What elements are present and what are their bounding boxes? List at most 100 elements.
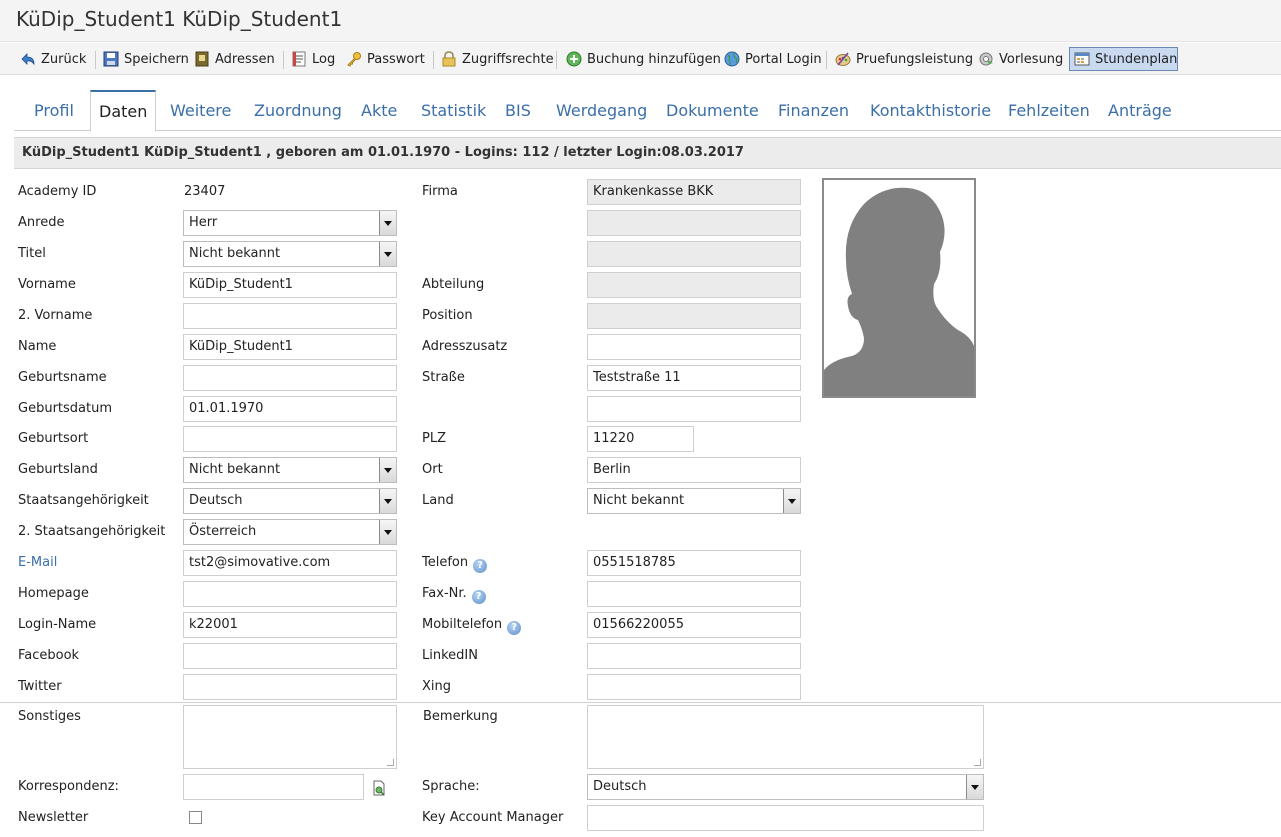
tab-weitere[interactable]: Weitere bbox=[162, 90, 239, 131]
sprache-select[interactable]: Deutsch bbox=[587, 774, 984, 800]
titel-select[interactable]: Nicht bekannt bbox=[183, 241, 397, 267]
tab-fehlzeiten[interactable]: Fehlzeiten bbox=[1000, 90, 1098, 131]
student-info-text: KüDip_Student1 KüDip_Student1 , geboren … bbox=[22, 145, 744, 160]
bemerkung-textarea[interactable] bbox=[587, 705, 984, 769]
help-icon[interactable]: ? bbox=[507, 621, 522, 635]
strasse-line2-input[interactable] bbox=[587, 396, 801, 422]
chevron-down-icon[interactable] bbox=[379, 211, 396, 235]
abteilung-input[interactable] bbox=[587, 272, 801, 298]
facebook-label: Facebook bbox=[18, 648, 80, 663]
profile-photo[interactable] bbox=[822, 178, 976, 398]
anrede-label: Anrede bbox=[18, 215, 65, 230]
add-booking-button[interactable]: Buchung hinzufügen bbox=[562, 47, 725, 71]
land-select[interactable]: Nicht bekannt bbox=[587, 488, 801, 514]
staatsangehoerigkeit-select[interactable]: Deutsch bbox=[183, 488, 397, 514]
log-button[interactable]: Log bbox=[287, 47, 339, 71]
file-attach-icon[interactable] bbox=[371, 780, 387, 796]
help-icon[interactable]: ? bbox=[473, 559, 488, 573]
staatsangehoerigkeit2-select[interactable]: Österreich bbox=[183, 519, 397, 545]
geburtsdatum-input[interactable]: 01.01.1970 bbox=[183, 396, 397, 422]
resize-grip-icon[interactable] bbox=[387, 759, 394, 766]
login-name-input[interactable]: k22001 bbox=[183, 612, 397, 638]
fax-input[interactable] bbox=[587, 581, 801, 607]
geburtsort-input[interactable] bbox=[183, 426, 397, 452]
position-input[interactable] bbox=[587, 303, 801, 329]
addresses-button[interactable]: Adressen bbox=[190, 47, 279, 71]
chevron-down-icon[interactable] bbox=[966, 775, 983, 799]
homepage-input[interactable] bbox=[183, 581, 397, 607]
strasse-input[interactable]: Teststraße 11 bbox=[587, 365, 801, 391]
vorname2-input[interactable] bbox=[183, 303, 397, 329]
tab-dokumente[interactable]: Dokumente bbox=[658, 90, 767, 131]
vorname-input[interactable]: KüDip_Student1 bbox=[183, 272, 397, 298]
timetable-button[interactable]: Stundenplan bbox=[1069, 47, 1178, 71]
portal-login-button[interactable]: Portal Login bbox=[720, 47, 826, 71]
linkedin-label: LinkedIN bbox=[422, 648, 478, 663]
xing-input[interactable] bbox=[587, 674, 801, 700]
twitter-label: Twitter bbox=[18, 679, 62, 694]
toolbar-separator bbox=[826, 51, 827, 69]
tab-daten[interactable]: Daten bbox=[90, 90, 157, 132]
chevron-down-icon[interactable] bbox=[379, 458, 396, 482]
vorname2-label: 2. Vorname bbox=[18, 308, 93, 323]
calendar-table-icon bbox=[1074, 51, 1090, 67]
back-arrow-icon bbox=[20, 51, 36, 67]
person-silhouette-icon bbox=[824, 187, 974, 396]
firma-input[interactable]: Krankenkasse BKK bbox=[587, 179, 801, 205]
tab-zuordnung[interactable]: Zuordnung bbox=[246, 90, 350, 131]
toolbar-separator bbox=[433, 51, 434, 69]
firma-line2-input[interactable] bbox=[587, 210, 801, 236]
lecture-button[interactable]: Vorlesung bbox=[974, 47, 1067, 71]
ort-label: Ort bbox=[422, 462, 443, 477]
resize-grip-icon[interactable] bbox=[974, 759, 981, 766]
geburtsland-select[interactable]: Nicht bekannt bbox=[183, 457, 397, 483]
access-rights-button[interactable]: Zugriffsrechte bbox=[437, 47, 558, 71]
password-button[interactable]: Passwort bbox=[342, 47, 429, 71]
email-input[interactable]: tst2@simovative.com bbox=[183, 550, 397, 576]
facebook-input[interactable] bbox=[183, 643, 397, 669]
sonstiges-textarea[interactable] bbox=[183, 705, 397, 769]
sonstiges-label: Sonstiges bbox=[18, 709, 81, 724]
plz-input[interactable]: 11220 bbox=[587, 426, 694, 452]
tab-bis[interactable]: BIS bbox=[497, 90, 539, 131]
academy-id-label: Academy ID bbox=[18, 184, 97, 199]
tab-profil[interactable]: Profil bbox=[26, 90, 82, 131]
save-button[interactable]: Speichern bbox=[99, 47, 193, 71]
email-link[interactable]: E-Mail bbox=[18, 555, 57, 570]
exam-performance-button[interactable]: Pruefungsleistung bbox=[831, 47, 977, 71]
tab-kontakthistorie[interactable]: Kontakthistorie bbox=[862, 90, 999, 131]
toolbar-separator bbox=[556, 51, 557, 69]
mobiltelefon-input[interactable]: 01566220055 bbox=[587, 612, 801, 638]
chevron-down-icon[interactable] bbox=[783, 489, 800, 513]
newsletter-checkbox[interactable] bbox=[189, 811, 202, 824]
tab-werdegang[interactable]: Werdegang bbox=[548, 90, 655, 131]
chevron-down-icon[interactable] bbox=[379, 242, 396, 266]
adresszusatz-label: Adresszusatz bbox=[422, 339, 508, 354]
twitter-input[interactable] bbox=[183, 674, 397, 700]
mobiltelefon-label: Mobiltelefon? bbox=[422, 617, 522, 635]
tab-bar: Profil Daten Weitere Zuordnung Akte Stat… bbox=[14, 90, 1281, 132]
key-icon bbox=[346, 51, 362, 67]
chevron-down-icon[interactable] bbox=[379, 520, 396, 544]
firma-line3-input[interactable] bbox=[587, 241, 801, 267]
adresszusatz-input[interactable] bbox=[587, 334, 801, 360]
ort-input[interactable]: Berlin bbox=[587, 457, 801, 483]
geburtsname-input[interactable] bbox=[183, 365, 397, 391]
name-input[interactable]: KüDip_Student1 bbox=[183, 334, 397, 360]
help-icon[interactable]: ? bbox=[471, 590, 486, 604]
tab-finanzen[interactable]: Finanzen bbox=[770, 90, 857, 131]
globe-icon bbox=[724, 51, 740, 67]
linkedin-input[interactable] bbox=[587, 643, 801, 669]
anrede-select[interactable]: Herr bbox=[183, 210, 397, 236]
gear-arrow-icon bbox=[978, 51, 994, 67]
chevron-down-icon[interactable] bbox=[379, 489, 396, 513]
tab-antraege[interactable]: Anträge bbox=[1100, 90, 1180, 131]
korrespondenz-input[interactable] bbox=[183, 774, 364, 800]
homepage-label: Homepage bbox=[18, 586, 89, 601]
geburtsland-label: Geburtsland bbox=[18, 462, 98, 477]
telefon-input[interactable]: 0551518785 bbox=[587, 550, 801, 576]
tab-statistik[interactable]: Statistik bbox=[413, 90, 494, 131]
key-account-manager-input[interactable] bbox=[587, 805, 984, 831]
back-button[interactable]: Zurück bbox=[16, 47, 90, 71]
tab-akte[interactable]: Akte bbox=[353, 90, 405, 131]
